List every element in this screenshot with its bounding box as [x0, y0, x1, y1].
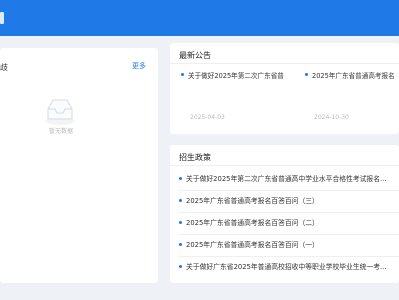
notice-item[interactable]: 2025年广东省普通高考报名 2024-10-30	[305, 70, 399, 126]
admission-policy-card: 招生政策 关于做好2025年第二次广东省普通高中学业水平合格性考试报名... 2…	[170, 145, 399, 283]
policy-list-item[interactable]: 2025年广东省普通高考报名百答百问（二）	[179, 216, 399, 230]
divider	[179, 190, 399, 191]
logo-fragment-icon	[0, 12, 4, 24]
policy-title: 关于做好广东省2025年普通高校招收中等职业学校毕业生统一考...	[186, 263, 387, 271]
latest-notices-card: 最新公告 关于做好2025年第二次广东省普 2025-04-03 2025年广东…	[170, 43, 399, 134]
policy-list-item[interactable]: 关于做好2025年第二次广东省普通高中学业水平合格性考试报名...	[179, 172, 399, 186]
policy-list-item[interactable]: 关于做好广东省2025年普通高校招收中等职业学校毕业生统一考...	[179, 260, 399, 274]
top-header-bar	[0, 0, 399, 36]
bullet-dot-icon	[179, 177, 182, 180]
policy-title: 关于做好2025年第二次广东省普通高中学业水平合格性考试报名...	[186, 175, 387, 183]
policy-title: 2025年广东省普通高考报名百答百问（二）	[186, 219, 319, 227]
notice-title: 关于做好2025年第二次广东省普	[188, 72, 284, 80]
policy-list-item[interactable]: 2025年广东省普通高考报名百答百问（一）	[179, 238, 399, 252]
left-panel-title: 歧	[0, 63, 8, 72]
divider	[170, 165, 399, 166]
notice-title: 2025年广东省普通高考报名	[312, 72, 395, 80]
more-link[interactable]: 更多	[132, 61, 146, 71]
divider	[179, 234, 399, 235]
notices-title: 最新公告	[179, 51, 211, 60]
bullet-dot-icon	[181, 73, 184, 76]
divider	[170, 63, 399, 64]
bullet-dot-icon	[179, 243, 182, 246]
policy-list-item[interactable]: 2025年广东省普通高考报名百答百问（三）	[179, 194, 399, 208]
bullet-dot-icon	[179, 265, 182, 268]
bullet-dot-icon	[179, 221, 182, 224]
divider	[179, 212, 399, 213]
bullet-dot-icon	[305, 73, 308, 76]
notice-date: 2025-04-03	[190, 114, 225, 121]
left-panel-card: 歧 更多 暂无数据	[0, 48, 158, 283]
divider	[179, 256, 399, 257]
empty-state-text: 暂无数据	[48, 128, 73, 135]
notice-item[interactable]: 关于做好2025年第二次广东省普 2025-04-03	[181, 70, 289, 126]
notice-date: 2024-10-30	[314, 114, 349, 121]
inbox-empty-icon	[45, 99, 75, 125]
policy-title: 2025年广东省普通高考报名百答百问（三）	[186, 197, 319, 205]
bullet-dot-icon	[179, 199, 182, 202]
policies-title: 招生政策	[179, 153, 211, 162]
policy-title: 2025年广东省普通高考报名百答百问（一）	[186, 241, 319, 249]
